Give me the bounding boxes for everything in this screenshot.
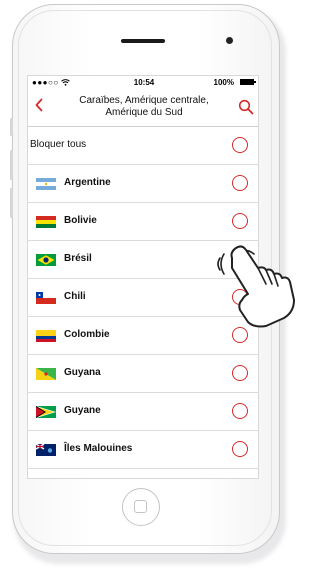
block-all-row[interactable]: Bloquer tous [28, 127, 258, 165]
country-name: Guyane [64, 405, 101, 416]
flag-argentina-icon [36, 178, 56, 190]
country-radio[interactable] [232, 403, 248, 419]
page-title: Caraïbes, Amérique centrale, Amérique du… [56, 95, 232, 119]
country-row-argentine[interactable]: Argentine [28, 165, 258, 203]
block-all-label: Bloquer tous [30, 139, 87, 150]
country-radio[interactable] [232, 327, 248, 343]
status-bar: ●●●○○ 10:54 100% [28, 76, 258, 90]
page-title-line-1: Caraïbes, Amérique centrale, [79, 95, 209, 106]
battery-icon [240, 79, 256, 85]
home-button[interactable] [122, 488, 160, 526]
country-row-partial[interactable] [28, 469, 258, 478]
country-name: Îles Malouines [64, 443, 133, 454]
earpiece-speaker [121, 39, 165, 43]
country-name: Chili [64, 291, 86, 302]
country-radio[interactable] [232, 175, 248, 191]
flag-french-guiana-icon [36, 368, 56, 380]
country-name: Argentine [64, 177, 111, 188]
country-row-bolivie[interactable]: Bolivie [28, 203, 258, 241]
back-button[interactable] [32, 98, 46, 116]
country-name: Bolivie [64, 215, 97, 226]
flag-colombia-icon [36, 330, 56, 342]
flag-brazil-icon [36, 254, 56, 266]
country-row-iles-malouines[interactable]: Îles Malouines [28, 431, 258, 469]
page-title-line-2: Amérique du Sud [105, 107, 183, 118]
navigation-bar: Caraïbes, Amérique centrale, Amérique du… [28, 90, 258, 127]
flag-bolivia-icon [36, 216, 56, 228]
country-radio[interactable] [232, 365, 248, 381]
country-name: Colombie [64, 329, 110, 340]
country-name: Guyana [64, 367, 101, 378]
flag-guyana-icon [36, 406, 56, 418]
mute-switch [10, 118, 13, 136]
volume-down-button [10, 188, 13, 218]
volume-up-button [10, 150, 13, 180]
country-row-guyane[interactable]: Guyane [28, 393, 258, 431]
country-name: Brésil [64, 253, 92, 264]
chevron-left-icon [35, 98, 43, 112]
flag-chile-icon [36, 292, 56, 304]
country-row-guyana[interactable]: Guyana [28, 355, 258, 393]
block-all-radio[interactable] [232, 137, 248, 153]
battery-percent: 100% [213, 78, 234, 87]
front-camera [226, 37, 233, 44]
search-icon [238, 99, 254, 115]
country-radio[interactable] [232, 213, 248, 229]
tapping-hand-icon [217, 245, 295, 328]
country-radio[interactable] [232, 441, 248, 457]
flag-falkland-islands-icon [36, 444, 56, 456]
search-button[interactable] [238, 99, 254, 115]
